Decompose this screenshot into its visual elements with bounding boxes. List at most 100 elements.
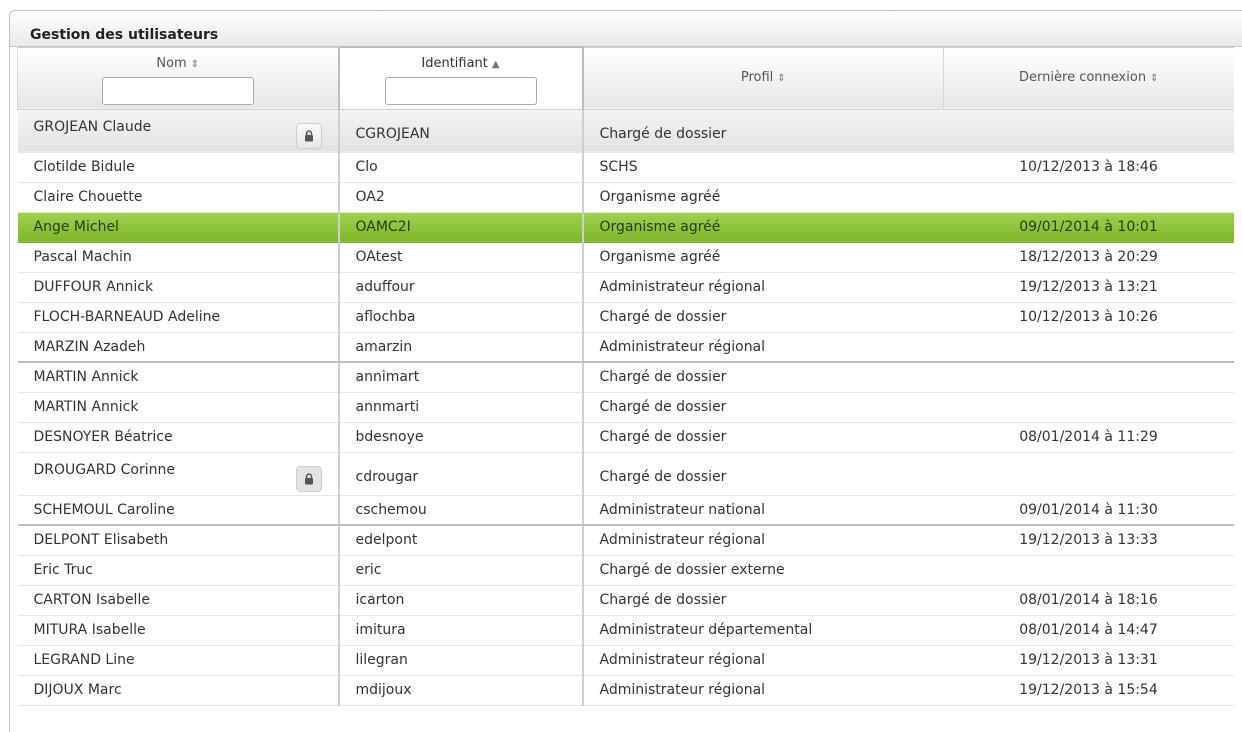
cell-nom-text: DUFFOUR Annick — [33, 279, 154, 295]
cell-identifiant: edelpont — [337, 525, 584, 556]
table-row[interactable]: MARTIN Annick annmarti Chargé de dossier — [17, 392, 1234, 423]
cell-profil-text: Chargé de dossier — [599, 309, 727, 325]
panel-title: Gestion des utilisateurs — [10, 11, 1242, 47]
cell-identifiant: eric — [337, 555, 584, 586]
cell-nom-text: MITURA Isabelle — [33, 622, 146, 638]
cell-nom-text: DESNOYER Béatrice — [33, 429, 173, 445]
cell-nom: SCHEMOUL Caroline — [17, 495, 339, 526]
cell-identifiant: icarton — [337, 585, 584, 616]
table-row[interactable]: Eric Truc eric Chargé de dossier externe — [17, 555, 1234, 586]
cell-derniere-connexion: 19/12/2013 à 13:21 — [943, 272, 1234, 303]
cell-profil: Chargé de dossier — [582, 422, 944, 453]
table-row[interactable]: DESNOYER Béatrice bdesnoye Chargé de dossi… — [17, 422, 1234, 453]
table-row[interactable]: SCHEMOUL Caroline cschemou Administrateur … — [17, 495, 1234, 526]
cell-profil-text: Chargé de dossier — [599, 429, 727, 445]
table-row[interactable]: MARTIN Annick annimart Chargé de dossier — [17, 362, 1234, 393]
cell-profil-text: Organisme agréé — [599, 219, 721, 235]
cell-identifiant-text: CGROJEAN — [355, 125, 430, 142]
cell-derniere-connexion: 08/01/2014 à 18:16 — [943, 585, 1234, 616]
cell-profil: Organisme agréé — [582, 212, 944, 243]
cell-profil: Administrateur régional — [582, 525, 944, 556]
column-header-label[interactable]: Nom ⇕ — [18, 56, 338, 71]
table-row[interactable]: LEGRAND Line lilegran Administrateur régio… — [17, 645, 1234, 676]
cell-nom-text: LEGRAND Line — [33, 652, 135, 668]
cell-profil: Administrateur régional — [582, 272, 944, 303]
table-row[interactable]: Claire Chouette OA2 Organisme agréé — [17, 182, 1234, 213]
cell-nom: Claire Chouette — [17, 182, 339, 213]
table-row[interactable]: Pascal Machin OAtest Organisme agréé 18/12/… — [17, 242, 1234, 273]
cell-nom: MARTIN Annick — [17, 392, 339, 423]
table-row[interactable]: CARTON Isabelle icarton Chargé de dossier 0… — [17, 585, 1234, 616]
sort-both-icon[interactable]: ⇕ — [1150, 73, 1158, 84]
table-header-row: Nom ⇕ Identifiant ▲ Profil ⇕ Dernière conne… — [17, 46, 1234, 110]
cell-nom-text: Ange Michel — [33, 219, 119, 235]
cell-identifiant-text: bdesnoye — [355, 429, 424, 445]
cell-nom: DELPONT Elisabeth — [17, 525, 339, 556]
cell-derniere-connexion: 09/01/2014 à 11:30 — [943, 495, 1234, 526]
cell-nom: LEGRAND Line — [17, 645, 339, 676]
lock-icon — [304, 129, 314, 142]
nom-filter-input[interactable] — [101, 76, 254, 105]
cell-identifiant: OAMC2I — [337, 212, 584, 243]
cell-identifiant: OA2 — [337, 182, 584, 213]
cell-profil: Organisme agréé — [582, 242, 944, 273]
table-row[interactable]: Clotilde Bidule Clo SCHS 10/12/2013 à 18:46 — [17, 152, 1234, 183]
table-row[interactable]: Ange Michel OAMC2I Organisme agréé 09/01/20… — [17, 212, 1234, 243]
table-row[interactable]: DIJOUX Marc mdijoux Administrateur régiona… — [17, 675, 1234, 706]
column-header-identifiant[interactable]: Identifiant ▲ — [337, 46, 584, 110]
cell-derniere-connexion — [943, 392, 1234, 423]
cell-profil-text: Chargé de dossier — [599, 592, 727, 608]
cell-nom: Eric Truc — [17, 555, 339, 586]
cell-identifiant-text: cschemou — [355, 501, 427, 518]
cell-nom-text: Eric Truc — [33, 562, 93, 578]
cell-nom-text: DIJOUX Marc — [33, 682, 122, 698]
cell-derniere-connexion: 19/12/2013 à 13:33 — [943, 525, 1234, 556]
cell-derniere-connexion-text: 19/12/2013 à 13:33 — [1019, 532, 1158, 549]
cell-identifiant-text: edelpont — [355, 532, 418, 549]
cell-identifiant: aduffour — [337, 272, 584, 303]
cell-identifiant-text: lilegran — [355, 652, 408, 668]
cell-profil-text: Administrateur régional — [599, 279, 766, 295]
table-row[interactable]: MITURA Isabelle imitura Administrateur dép… — [17, 615, 1234, 646]
cell-identifiant: CGROJEAN — [337, 109, 584, 153]
table-row[interactable]: DUFFOUR Annick aduffour Administrateur rég… — [17, 272, 1234, 303]
column-header-label[interactable]: Dernière connexion ⇕ — [944, 70, 1234, 85]
identifiant-filter-input[interactable] — [384, 77, 537, 105]
cell-profil: Administrateur régional — [582, 645, 944, 676]
table-row[interactable]: DROUGARD Corinne cdrougar Chargé de dossie… — [17, 452, 1234, 496]
cell-derniere-connexion-text: 10/12/2013 à 10:26 — [1019, 309, 1158, 325]
cell-derniere-connexion-text: 19/12/2013 à 15:54 — [1019, 682, 1158, 698]
column-header-profil[interactable]: Profil ⇕ — [582, 46, 944, 110]
column-header-nom[interactable]: Nom ⇕ — [17, 46, 339, 110]
cell-nom: Clotilde Bidule — [17, 152, 339, 183]
column-header-derniere-connexion[interactable]: Dernière connexion ⇕ — [943, 46, 1234, 110]
sort-asc-icon[interactable]: ▲ — [492, 59, 500, 70]
cell-profil-text: Organisme agréé — [599, 249, 721, 265]
cell-identifiant: bdesnoye — [337, 422, 584, 453]
cell-profil-text: Chargé de dossier — [599, 369, 727, 386]
cell-nom: DUFFOUR Annick — [17, 272, 339, 303]
users-table: Nom ⇕ Identifiant ▲ Profil ⇕ Dernière conne… — [17, 46, 1234, 706]
column-header-label[interactable]: Identifiant ▲ — [340, 56, 582, 71]
cell-profil-text: Administrateur national — [599, 501, 766, 518]
table-row[interactable]: GROJEAN Claude CGROJEAN Chargé de dossier — [17, 109, 1234, 153]
table-row[interactable]: MARZIN Azadeh amarzin Administrateur régio… — [17, 332, 1234, 363]
column-header-label[interactable]: Profil ⇕ — [584, 70, 944, 85]
cell-nom: Pascal Machin — [17, 242, 339, 273]
cell-profil: Administrateur régional — [582, 675, 944, 706]
cell-identifiant-text: aflochba — [355, 309, 416, 325]
lock-button[interactable] — [295, 122, 322, 149]
table-row[interactable]: FLOCH-BARNEAUD Adeline aflochba Chargé de … — [17, 302, 1234, 333]
sort-both-icon[interactable]: ⇕ — [777, 73, 785, 84]
cell-nom: GROJEAN Claude — [17, 109, 339, 153]
cell-identifiant: annmarti — [337, 392, 584, 423]
cell-profil: Administrateur départemental — [582, 615, 944, 646]
cell-profil-text: Chargé de dossier — [599, 125, 727, 142]
table-row[interactable]: DELPONT Elisabeth edelpont Administrateur … — [17, 525, 1234, 556]
cell-derniere-connexion: 18/12/2013 à 20:29 — [943, 242, 1234, 273]
sort-both-icon[interactable]: ⇕ — [191, 59, 199, 70]
cell-nom: CARTON Isabelle — [17, 585, 339, 616]
lock-button[interactable] — [295, 465, 322, 492]
cell-profil: Chargé de dossier — [582, 302, 944, 333]
cell-derniere-connexion — [943, 182, 1234, 213]
